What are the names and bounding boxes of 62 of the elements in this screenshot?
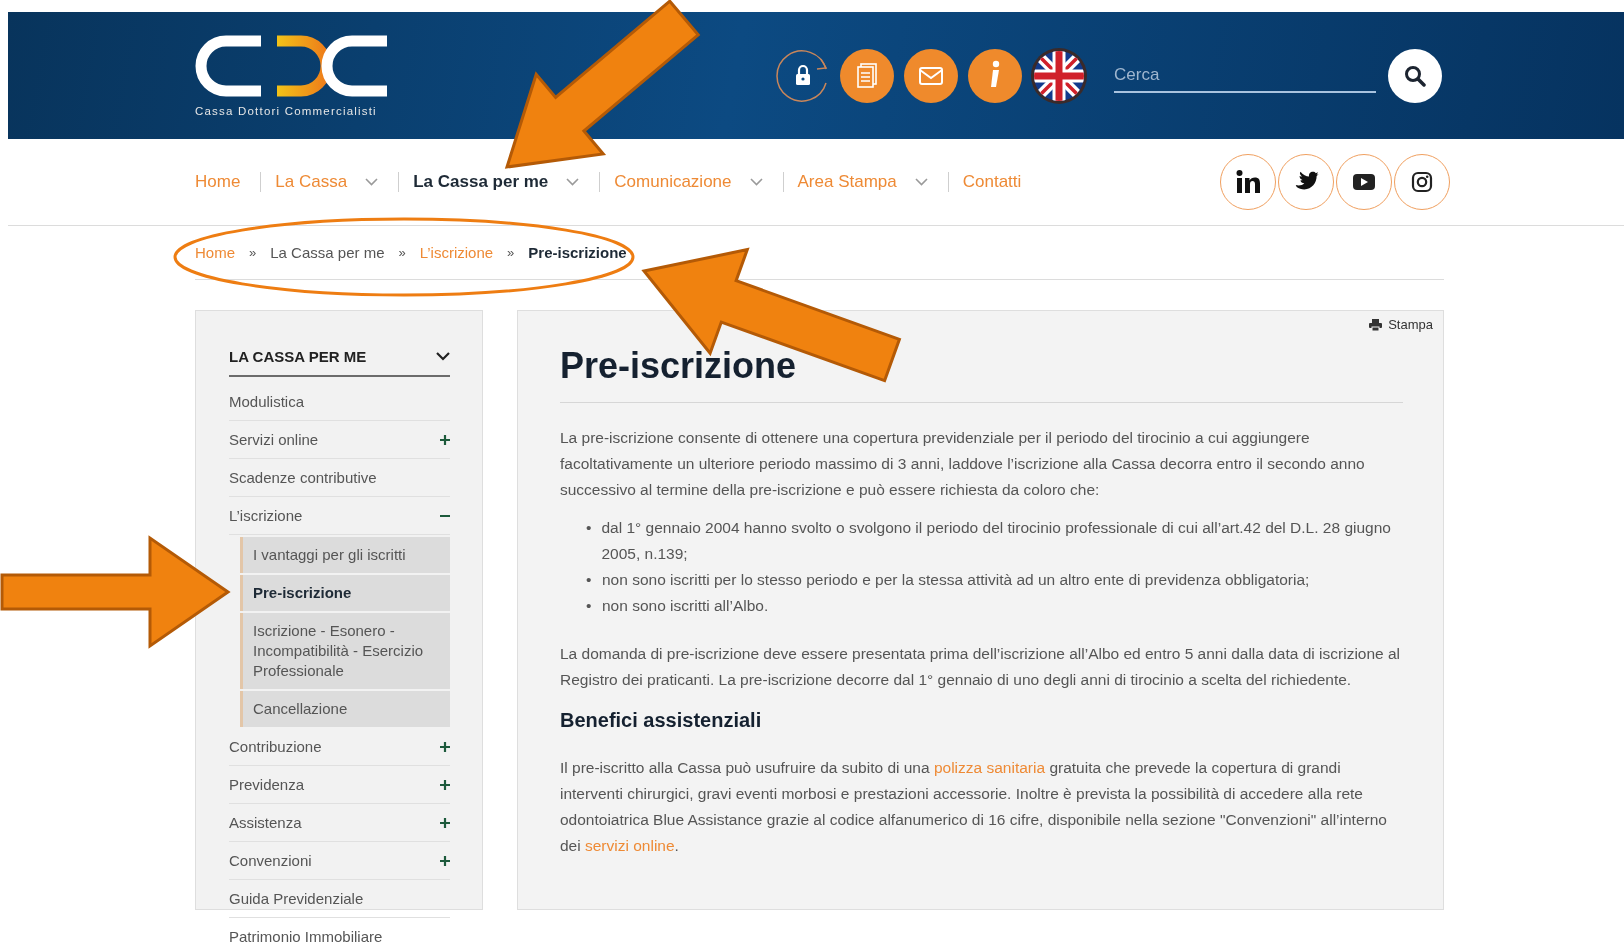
section-heading: Benefici assistenziali (560, 708, 763, 733)
breadcrumb-separator: » (249, 245, 257, 260)
breadcrumb-item: La Cassa per me (270, 244, 385, 261)
list-item: non sono iscritti all’Albo. (602, 596, 769, 616)
list-item: dal 1° gennaio 2004 hanno svolto o svolgono il periodo del tirocinio professionale di cui all’art.42 del D.L. 28 giugno 2005, n.139; (601, 518, 1392, 564)
body-paragraph: La domanda di pre-iscrizione deve essere presentata prima dell’iscrizione all’Albo ed entro 5 anni dalla data di iscrizione al Registro dei praticanti. La pre-iscrizione decorre dal 1° gennaio di uno degli anni di tirocinio a scelta del richiedente. (560, 644, 1402, 690)
sidebar-item[interactable]: Guida Previdenziale (229, 880, 450, 918)
camera-icon[interactable] (1394, 154, 1450, 210)
bullet-marker: • (586, 518, 592, 538)
video-icon[interactable] (1336, 154, 1392, 210)
bullet-marker: • (586, 596, 592, 616)
linkedin-icon[interactable] (1220, 154, 1276, 210)
sidebar-item-label: Scadenze contributive (229, 469, 377, 486)
sidebar-item-label: L’iscrizione (229, 507, 303, 524)
plus-icon[interactable] (440, 817, 450, 828)
sidebar-item[interactable]: Assistenza (229, 804, 450, 842)
search-icon (1404, 64, 1426, 87)
sidebar-item[interactable]: Servizi online (229, 421, 450, 459)
sidebar-item[interactable]: Scadenze contributive (229, 459, 450, 497)
sidebar-item-label: Patrimonio Immobiliare (229, 928, 383, 943)
logo-caption: Cassa Dottori Commercialisti (195, 104, 378, 117)
search-button[interactable] (1388, 48, 1442, 103)
bullet-marker: • (586, 570, 592, 590)
sidebar-item-label: Previdenza (229, 776, 305, 793)
mail-icon[interactable] (902, 46, 960, 105)
sidebar-subitem[interactable]: I vantaggi per gli iscritti (240, 537, 450, 573)
plus-icon[interactable] (440, 434, 450, 445)
sidebar-item[interactable]: Previdenza (229, 766, 450, 804)
printer-icon (1369, 318, 1383, 331)
breadcrumb-separator: » (507, 245, 515, 260)
sidebar-item-label: Modulistica (229, 393, 305, 410)
bird-icon[interactable] (1278, 154, 1334, 210)
sidebar-item[interactable]: Modulistica (229, 383, 450, 421)
breadcrumb-separator: » (398, 245, 406, 260)
nav-link[interactable]: La Cassa per me (413, 172, 549, 192)
sidebar-item[interactable]: Contribuzione (229, 728, 450, 766)
body-paragraph: La pre-iscrizione consente di ottenere una copertura previdenziale per il periodo del tirocinio a cui aggiungere facoltativamente un ulteriore periodo massimo di 3 anni, laddove l’iscrizione alla Cassa decorra entro il secondo anno successivo al termine della pre-iscrizione e può essere richiesta da coloro che: (560, 428, 1366, 500)
breadcrumb-current: Pre-iscrizione (528, 244, 627, 261)
sidebar-item-label: Servizi online (229, 431, 319, 448)
sidebar-item-label: Guida Previdenziale (229, 890, 364, 907)
sidebar-header[interactable]: LA CASSA PER ME (229, 337, 450, 377)
document-icon[interactable] (838, 46, 896, 105)
sidebar-item[interactable]: L’iscrizione (229, 497, 450, 535)
body-paragraph: Il pre-iscritto alla Cassa può usufruire da subito di una polizza sanitaria gratuita che prevede la copertura di grandi interventi chirurgici, gravi eventi morbosi e prestazioni accessorie. Inoltre è prevista la possibilità di accedere alla rete odontoiatrica Blue Assistance grazie al codice alfanumerico di 16 cifre, disponibile nella sezione "Convenzioni" all’interno dei servizi online. (560, 758, 1388, 856)
search-field[interactable]: Cerca (1114, 58, 1376, 93)
sidebar-item-label: Convenzioni (229, 852, 312, 869)
plus-icon[interactable] (440, 779, 450, 790)
plus-icon[interactable] (440, 741, 450, 752)
info-icon[interactable] (966, 46, 1024, 105)
sidebar-item-label: Assistenza (229, 814, 302, 831)
sidebar-item-label: Contribuzione (229, 738, 322, 755)
plus-icon[interactable] (440, 855, 450, 866)
print-button[interactable]: Stampa (1369, 317, 1433, 332)
list-item: non sono iscritti per lo stesso periodo e per la stessa attività ad un altro ente di previdenza obbligatoria; (602, 570, 1310, 590)
sidebar-subitem[interactable]: Cancellazione (240, 691, 450, 727)
sidebar-title: LA CASSA PER ME (229, 347, 367, 365)
sidebar-item[interactable]: Patrimonio Immobiliare (229, 918, 450, 943)
flag-icon[interactable] (1030, 46, 1088, 105)
sidebar-subitem[interactable]: Pre-iscrizione (240, 575, 450, 611)
sidebar-subitem[interactable]: Iscrizione - Esonero - Incompatibilità - Esercizio Professionale (240, 613, 450, 689)
chevron-down-icon[interactable] (436, 351, 450, 361)
sidebar-item[interactable]: Convenzioni (229, 842, 450, 880)
